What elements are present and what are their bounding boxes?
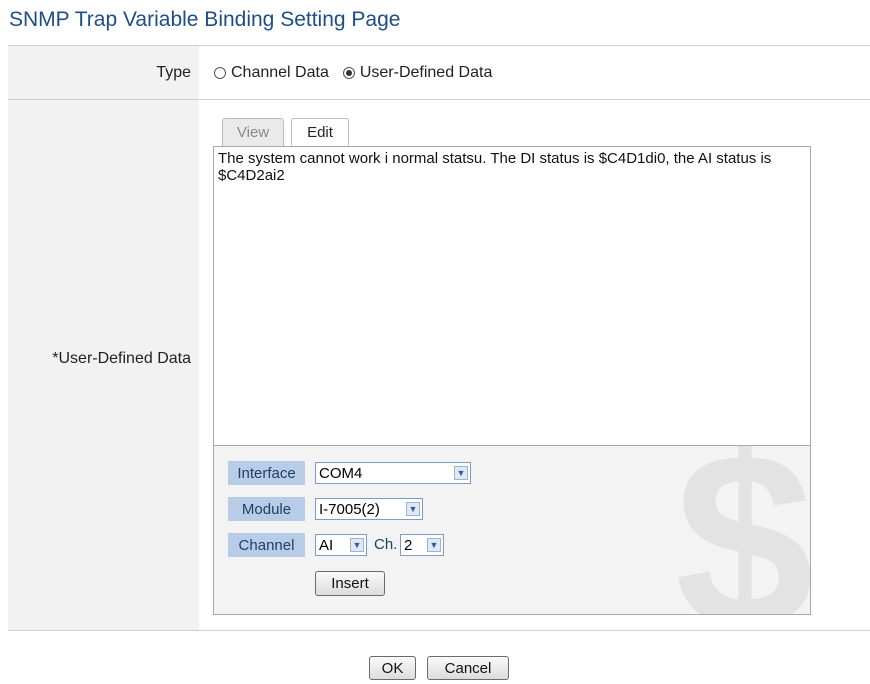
interface-select-value: COM4 bbox=[319, 464, 363, 482]
type-label: Type bbox=[156, 64, 191, 81]
settings-form: Type Channel Data User-Defined Data *Use… bbox=[8, 45, 870, 631]
radio-user-defined-data[interactable] bbox=[342, 67, 355, 79]
module-select-value: I-7005(2) bbox=[319, 500, 380, 518]
radio-channel-data-label[interactable]: Channel Data bbox=[231, 64, 329, 82]
channel-number-label: Ch. bbox=[374, 536, 398, 553]
user-defined-data-label-cell: *User-Defined Data bbox=[8, 100, 199, 630]
chevron-down-icon: ▼ bbox=[406, 502, 420, 516]
module-label: Module bbox=[228, 497, 305, 521]
radio-user-defined-data-label[interactable]: User-Defined Data bbox=[360, 64, 493, 82]
channel-label: Channel bbox=[228, 533, 305, 557]
type-row: Type Channel Data User-Defined Data bbox=[8, 46, 870, 100]
user-defined-data-row: *User-Defined Data View Edit The system … bbox=[8, 100, 870, 631]
variable-insert-panel: $ Interface COM4 ▼ Module I-7005(2) ▼ Ch… bbox=[213, 445, 811, 615]
cancel-button[interactable]: Cancel bbox=[427, 656, 509, 680]
type-value-cell: Channel Data User-Defined Data bbox=[199, 46, 870, 99]
channel-type-value: AI bbox=[319, 536, 334, 554]
channel-type-select[interactable]: AI ▼ bbox=[315, 534, 367, 556]
interface-label: Interface bbox=[228, 461, 305, 485]
tab-view[interactable]: View bbox=[222, 118, 284, 146]
chevron-down-icon: ▼ bbox=[350, 538, 364, 552]
ok-button[interactable]: OK bbox=[369, 656, 416, 680]
chevron-down-icon: ▼ bbox=[454, 466, 468, 480]
user-defined-data-value-cell: View Edit The system cannot work i norma… bbox=[199, 100, 870, 630]
user-defined-data-textarea[interactable]: The system cannot work i normal statsu. … bbox=[213, 146, 811, 446]
page-title: SNMP Trap Variable Binding Setting Page bbox=[9, 8, 401, 31]
type-label-cell: Type bbox=[8, 46, 199, 99]
insert-button[interactable]: Insert bbox=[315, 571, 385, 596]
radio-channel-data[interactable] bbox=[214, 67, 226, 79]
channel-number-value: 2 bbox=[404, 536, 413, 554]
type-radio-group: Channel Data User-Defined Data bbox=[214, 64, 506, 82]
dollar-watermark-icon: $ bbox=[674, 445, 811, 615]
interface-select[interactable]: COM4 ▼ bbox=[315, 462, 471, 484]
chevron-down-icon: ▼ bbox=[427, 538, 441, 552]
user-defined-data-label: *User-Defined Data bbox=[52, 350, 191, 367]
channel-number-select[interactable]: 2 ▼ bbox=[400, 534, 444, 556]
tab-edit[interactable]: Edit bbox=[291, 118, 349, 146]
module-select[interactable]: I-7005(2) ▼ bbox=[315, 498, 423, 520]
